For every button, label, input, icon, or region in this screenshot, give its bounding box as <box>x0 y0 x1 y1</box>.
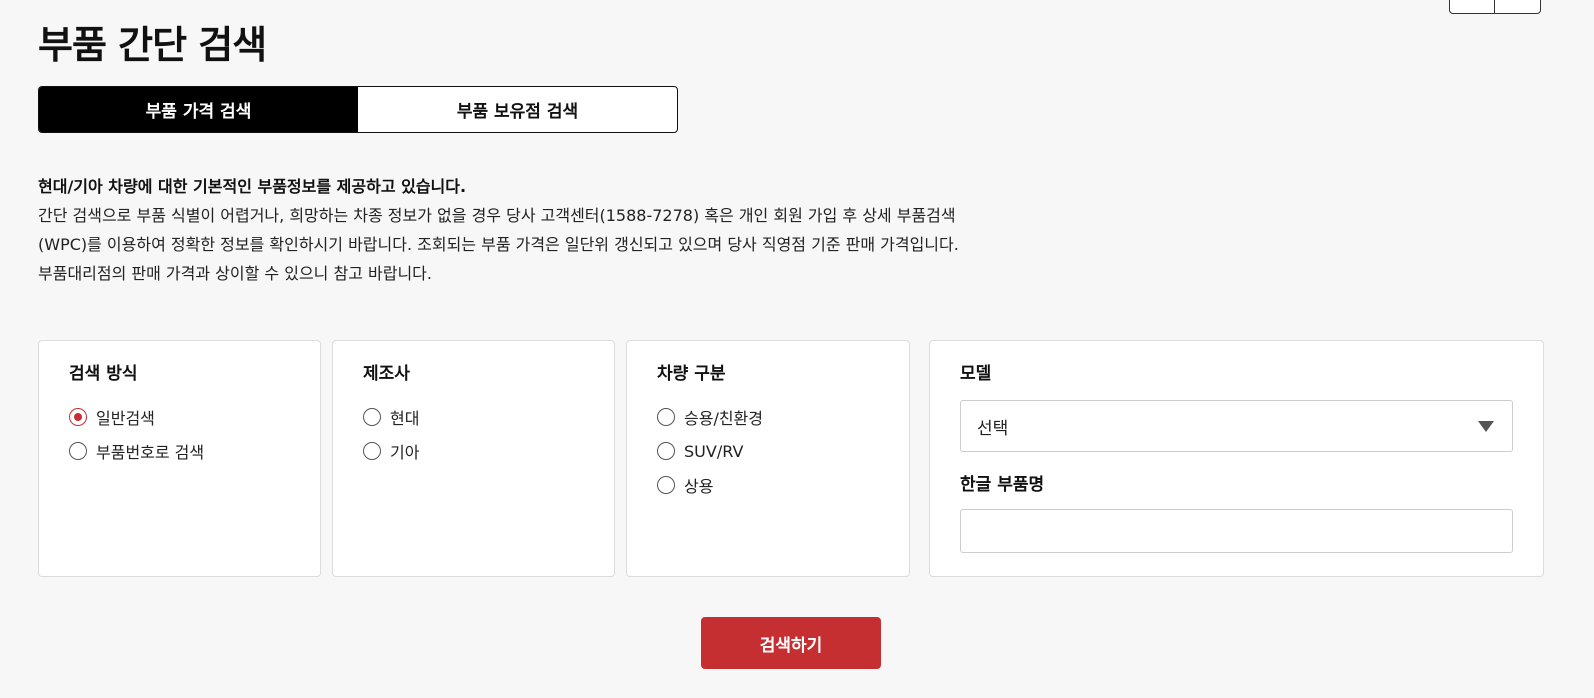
vehicle-type-title: 차량 구분 <box>657 364 726 384</box>
page-title: 부품 간단 검색 <box>38 23 267 67</box>
model-select[interactable]: 선택 <box>960 400 1513 452</box>
utility-button-right[interactable] <box>1495 0 1541 14</box>
radio-passenger-eco[interactable]: 승용/친환경 <box>657 400 879 434</box>
radio-checked-icon[interactable] <box>69 408 87 426</box>
search-tabs: 부품 가격 검색 부품 보유점 검색 <box>38 86 678 133</box>
radio-unchecked-icon[interactable] <box>69 442 87 460</box>
utility-button-left[interactable] <box>1449 0 1495 14</box>
page: 부품 간단 검색 부품 가격 검색 부품 보유점 검색 현대/기아 차량에 대한… <box>0 0 1594 698</box>
intro-line: (WPC)를 이용하여 정확한 정보를 확인하시기 바랍니다. 조회되는 부품 … <box>38 235 959 254</box>
radio-commercial[interactable]: 상용 <box>657 468 879 502</box>
manufacturer-panel: 제조사 현대 기아 <box>332 340 615 577</box>
caret-down-icon <box>1478 420 1494 432</box>
tab-part-price-search[interactable]: 부품 가격 검색 <box>39 87 358 132</box>
radio-label: SUV/RV <box>684 441 744 461</box>
radio-part-number-search[interactable]: 부품번호로 검색 <box>69 434 290 468</box>
radio-general-search[interactable]: 일반검색 <box>69 400 290 434</box>
radio-label: 현대 <box>390 409 420 428</box>
intro-line: 간단 검색으로 부품 식별이 어렵거나, 희망하는 차종 정보가 없을 경우 당… <box>38 206 956 225</box>
manufacturer-title: 제조사 <box>363 364 410 384</box>
intro-text: 현대/기아 차량에 대한 기본적인 부품정보를 제공하고 있습니다. 간단 검색… <box>38 172 1058 288</box>
vehicle-type-panel: 차량 구분 승용/친환경 SUV/RV 상용 <box>626 340 910 577</box>
radio-unchecked-icon[interactable] <box>657 476 675 494</box>
intro-line: 부품대리점의 판매 가격과 상이할 수 있으니 참고 바랍니다. <box>38 264 432 283</box>
radio-suv-rv[interactable]: SUV/RV <box>657 434 879 468</box>
radio-kia[interactable]: 기아 <box>363 434 584 468</box>
search-button[interactable]: 검색하기 <box>701 617 881 669</box>
intro-lead: 현대/기아 차량에 대한 기본적인 부품정보를 제공하고 있습니다. <box>38 177 467 196</box>
radio-label: 기아 <box>390 443 420 462</box>
radio-label: 부품번호로 검색 <box>96 443 205 462</box>
radio-label: 승용/친환경 <box>684 409 763 428</box>
part-name-input[interactable] <box>960 509 1513 553</box>
radio-hyundai[interactable]: 현대 <box>363 400 584 434</box>
radio-unchecked-icon[interactable] <box>657 442 675 460</box>
radio-unchecked-icon[interactable] <box>363 442 381 460</box>
radio-unchecked-icon[interactable] <box>363 408 381 426</box>
model-select-value: 선택 <box>977 418 1009 439</box>
part-name-label: 한글 부품명 <box>960 475 1045 495</box>
search-method-title: 검색 방식 <box>69 364 138 384</box>
search-method-panel: 검색 방식 일반검색 부품번호로 검색 <box>38 340 321 577</box>
model-panel: 모델 선택 한글 부품명 <box>929 340 1544 577</box>
radio-label: 상용 <box>684 477 714 496</box>
tab-part-stock-store-search[interactable]: 부품 보유점 검색 <box>358 87 677 132</box>
radio-unchecked-icon[interactable] <box>657 408 675 426</box>
model-title: 모델 <box>960 364 992 384</box>
top-utility-buttons <box>1449 0 1541 14</box>
radio-label: 일반검색 <box>96 409 155 428</box>
